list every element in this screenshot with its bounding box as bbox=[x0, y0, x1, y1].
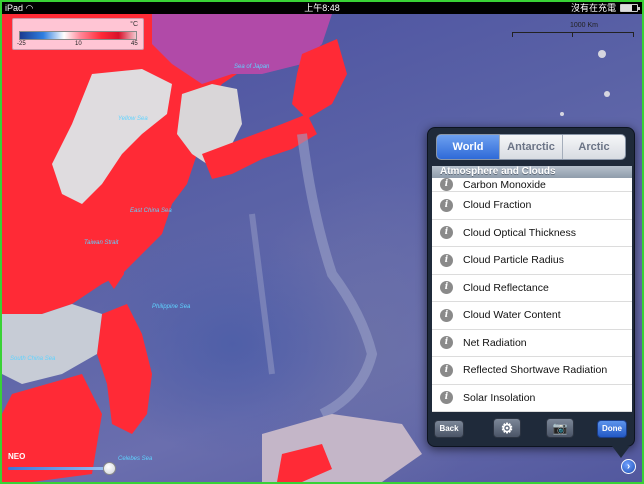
slider-knob[interactable] bbox=[103, 462, 116, 475]
list-item[interactable]: i Cloud Reflectance bbox=[432, 275, 632, 302]
list-item[interactable]: i Cloud Fraction bbox=[432, 192, 632, 220]
legend-colorbar bbox=[19, 31, 137, 40]
list-item[interactable]: i Net Radiation bbox=[432, 330, 632, 357]
popover-arrow bbox=[612, 446, 630, 458]
tab-arctic[interactable]: Arctic bbox=[563, 135, 625, 159]
scale-bar: 1000 Km bbox=[512, 22, 634, 37]
status-bar: iPad ◠ 上午8:48 沒有在充電 bbox=[2, 2, 642, 14]
info-icon: i bbox=[440, 363, 453, 377]
neo-label: NEO bbox=[8, 452, 26, 461]
list-item[interactable]: i Carbon Monoxide bbox=[432, 178, 632, 192]
ridge-line bbox=[249, 213, 275, 375]
tab-world[interactable]: World bbox=[437, 135, 500, 159]
ocean-label-taiwan-strait: Taiwan Strait bbox=[84, 240, 119, 246]
battery-icon bbox=[620, 4, 640, 12]
info-icon: i bbox=[440, 391, 453, 405]
continental-shelf bbox=[2, 304, 102, 384]
ocean-label-celebes-sea: Celebes Sea bbox=[118, 456, 153, 462]
scale-label: 1000 Km bbox=[569, 22, 598, 29]
ocean-label-south-china-sea: South China Sea bbox=[10, 356, 56, 362]
slider-track bbox=[8, 467, 110, 470]
ocean-label-east-china-sea: East China Sea bbox=[130, 208, 172, 214]
charging-status: 沒有在充電 bbox=[570, 3, 616, 13]
info-icon: i bbox=[440, 226, 453, 240]
list-item[interactable]: i Cloud Particle Radius bbox=[432, 247, 632, 275]
status-time: 上午8:48 bbox=[304, 3, 340, 13]
list-item[interactable]: i Reflected Shortwave Radiation bbox=[432, 357, 632, 385]
info-icon: i bbox=[440, 253, 453, 267]
popover-toolbar: Back ⚙ 📷 Done bbox=[432, 416, 632, 444]
tab-antarctic[interactable]: Antarctic bbox=[500, 135, 563, 159]
info-icon: i bbox=[440, 336, 453, 350]
list-item[interactable]: i Cloud Water Content bbox=[432, 302, 632, 330]
opacity-slider[interactable] bbox=[8, 462, 116, 475]
region-segmented-control[interactable]: World Antarctic Arctic bbox=[436, 134, 626, 160]
list-item[interactable]: i Solar Insolation bbox=[432, 385, 632, 412]
disclosure-icon[interactable]: › bbox=[621, 459, 636, 474]
section-header: Atmosphere and Clouds bbox=[432, 166, 632, 178]
trench-line bbox=[297, 133, 378, 419]
legend-tick-min: -25 bbox=[17, 41, 26, 47]
gear-icon[interactable]: ⚙ bbox=[493, 418, 521, 438]
done-button[interactable]: Done bbox=[597, 420, 627, 438]
temperature-legend: °C -25 10 45 bbox=[12, 18, 144, 50]
legend-unit: °C bbox=[130, 21, 138, 28]
list-item[interactable]: i Cloud Optical Thickness bbox=[432, 220, 632, 247]
info-icon: i bbox=[440, 178, 453, 191]
status-right: 沒有在充電 bbox=[570, 2, 640, 14]
legend-tick-mid: 10 bbox=[75, 41, 82, 47]
dataset-list[interactable]: Atmosphere and Clouds i Carbon Monoxide … bbox=[432, 166, 632, 412]
info-icon: i bbox=[440, 308, 453, 322]
ocean-label-philippine-sea: Philippine Sea bbox=[152, 304, 191, 310]
screen-frame: iPad ◠ 上午8:48 沒有在充電 Sea of Japan Yellow … bbox=[0, 0, 644, 484]
ocean-label-yellow-sea: Yellow Sea bbox=[118, 116, 148, 122]
info-icon: i bbox=[440, 281, 453, 295]
info-icon: i bbox=[440, 198, 453, 212]
camera-icon[interactable]: 📷 bbox=[546, 418, 574, 438]
back-button[interactable]: Back bbox=[434, 420, 464, 438]
philippines bbox=[97, 304, 152, 434]
ocean-label-sea-of-japan: Sea of Japan bbox=[234, 64, 270, 70]
legend-tick-max: 45 bbox=[131, 41, 138, 47]
scale-line bbox=[512, 32, 634, 33]
dataset-popover: World Antarctic Arctic Atmosphere and Cl… bbox=[427, 127, 635, 458]
